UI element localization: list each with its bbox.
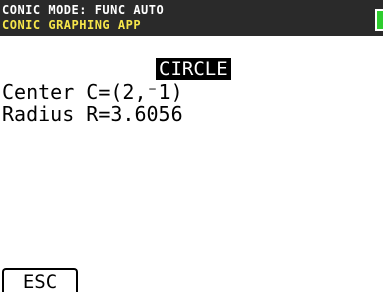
app-name-text: CONIC GRAPHING APP xyxy=(2,18,142,32)
mode-status-text: CONIC MODE: FUNC AUTO xyxy=(2,3,165,17)
status-bar: CONIC MODE: FUNC AUTO CONIC GRAPHING APP xyxy=(0,0,383,36)
esc-button[interactable]: ESC xyxy=(2,268,78,292)
calculator-screen: CONIC MODE: FUNC AUTO CONIC GRAPHING APP… xyxy=(0,0,383,292)
conic-type-title: CIRCLE xyxy=(156,58,231,80)
battery-icon xyxy=(375,9,383,31)
center-readout: Center C=(2,⁻1) xyxy=(2,80,183,104)
radius-readout: Radius R=3.6056 xyxy=(2,102,183,126)
